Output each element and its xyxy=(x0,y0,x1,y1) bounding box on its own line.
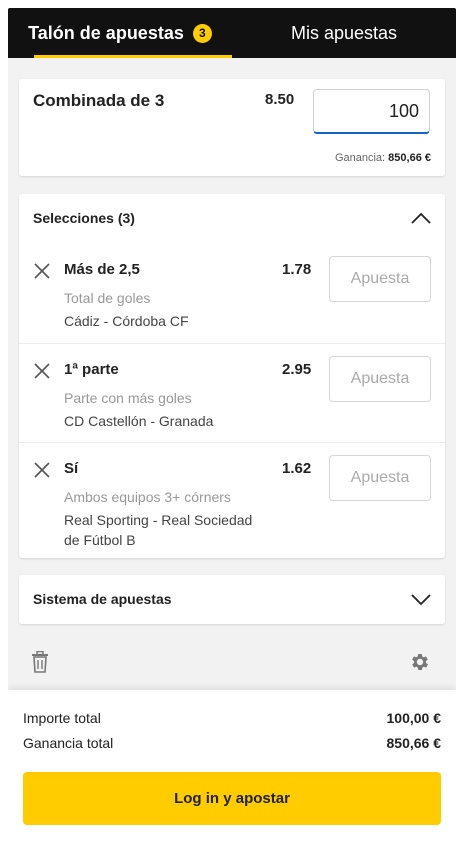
selection-item: 1ª parte Parte con más goles CD Castelló… xyxy=(19,343,445,442)
close-icon[interactable] xyxy=(33,362,51,380)
combo-odds: 8.50 xyxy=(265,91,295,108)
selection-market: Total de goles xyxy=(64,290,151,306)
chevron-down-icon[interactable] xyxy=(411,592,431,606)
total-stake-value: 100,00 € xyxy=(386,710,442,726)
total-gain-row: Ganancia total 850,66 € xyxy=(23,735,441,751)
selection-odds: 1.78 xyxy=(282,261,312,278)
selections-card: Selecciones (3) Más de 2,5 Total de gole… xyxy=(19,194,445,558)
selection-event: CD Castellón - Granada xyxy=(64,413,214,429)
betslip-tabs: Talón de apuestas 3 Mis apuestas xyxy=(8,8,456,58)
selections-title: Selecciones (3) xyxy=(33,210,135,226)
login-and-bet-button[interactable]: Log in y apostar xyxy=(23,772,441,825)
selection-event: Cádiz - Córdoba CF xyxy=(64,313,189,329)
selection-market: Ambos equipos 3+ córners xyxy=(64,489,231,505)
selection-event: Real Sporting - Real Sociedad de Fútbol … xyxy=(64,512,253,548)
combo-bet-card: Combinada de 3 8.50 Ganancia: 850,66 € xyxy=(19,79,445,176)
trash-icon[interactable] xyxy=(31,651,49,673)
system-bets-card[interactable]: Sistema de apuestas xyxy=(19,575,445,624)
total-stake-row: Importe total 100,00 € xyxy=(23,710,441,726)
combo-gain-value: 850,66 € xyxy=(388,152,431,164)
selection-market: Parte con más goles xyxy=(64,390,192,406)
selection-stake-input[interactable]: Apuesta xyxy=(329,256,431,302)
combo-title: Combinada de 3 xyxy=(33,91,165,110)
gear-icon[interactable] xyxy=(409,651,431,673)
total-gain-label: Ganancia total xyxy=(23,735,114,751)
tab-betslip[interactable]: Talón de apuestas 3 xyxy=(8,8,232,58)
tab-my-bets-label: Mis apuestas xyxy=(290,22,398,43)
close-icon[interactable] xyxy=(33,262,51,280)
selections-header[interactable]: Selecciones (3) xyxy=(19,194,445,244)
combo-stake-input[interactable] xyxy=(313,89,430,134)
tab-betslip-label: Talón de apuestas xyxy=(28,22,184,43)
selection-stake-input[interactable]: Apuesta xyxy=(329,356,431,402)
close-icon[interactable] xyxy=(33,461,51,479)
selection-odds: 1.62 xyxy=(282,460,312,477)
betslip-summary: Importe total 100,00 € Ganancia total 85… xyxy=(8,690,456,842)
combo-gain: Ganancia: 850,66 € xyxy=(335,152,431,164)
selection-item: Sí Ambos equipos 3+ córners Real Sportin… xyxy=(19,442,445,557)
combo-gain-label: Ganancia: xyxy=(334,152,386,164)
selection-pick: Más de 2,5 xyxy=(64,261,140,278)
selection-count-badge: 3 xyxy=(192,23,212,43)
total-gain-value: 850,66 € xyxy=(386,735,442,751)
betslip-toolbar xyxy=(8,644,456,690)
selection-odds: 2.95 xyxy=(282,361,312,378)
selection-pick: 1ª parte xyxy=(64,361,119,378)
betslip-panel: Talón de apuestas 3 Mis apuestas Combina… xyxy=(8,8,456,842)
selection-item: Más de 2,5 Total de goles Cádiz - Córdob… xyxy=(19,244,445,343)
total-stake-label: Importe total xyxy=(23,710,101,726)
selection-stake-input[interactable]: Apuesta xyxy=(329,455,431,501)
selection-pick: Sí xyxy=(64,460,79,477)
chevron-up-icon[interactable] xyxy=(411,211,431,225)
tab-my-bets[interactable]: Mis apuestas xyxy=(232,8,456,58)
system-bets-title: Sistema de apuestas xyxy=(33,591,172,607)
